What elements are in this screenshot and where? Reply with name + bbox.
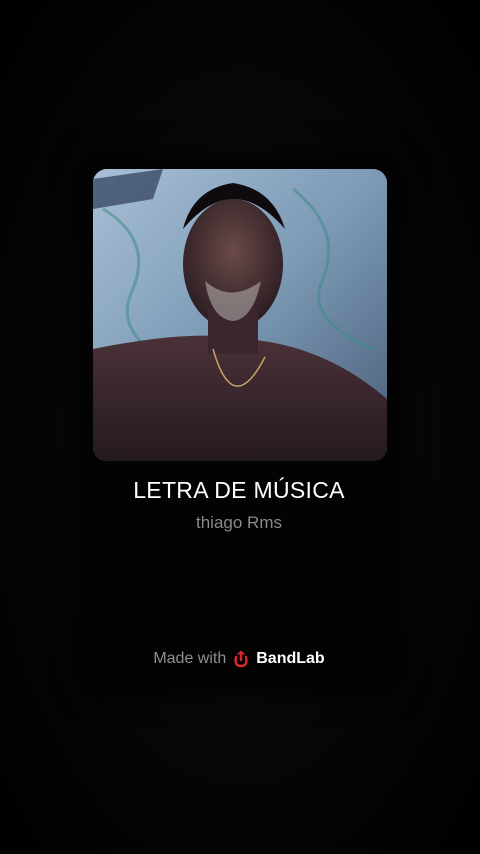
cover-art[interactable] [93,169,387,461]
bandlab-logo-icon [232,650,250,668]
bandlab-brand: BandLab [256,650,325,667]
track-title: LETRA DE MÚSICA [133,477,345,503]
made-with-label: Made with [153,650,227,667]
cover-art-image [93,169,387,461]
made-with-bandlab[interactable]: Made with BandLab [80,650,398,668]
track-card: LETRA DE MÚSICA thiago Rms Made with Ban… [80,157,398,693]
artist-name[interactable]: thiago Rms [80,513,398,533]
